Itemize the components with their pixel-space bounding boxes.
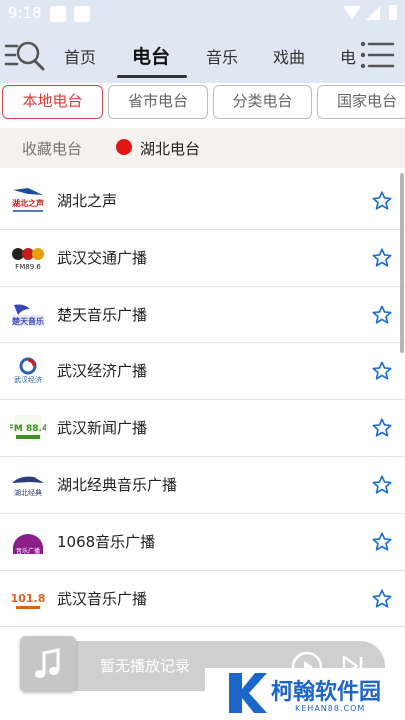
signal-icon — [366, 6, 380, 20]
station-row[interactable]: 武汉经济 武汉经济广播 — [0, 343, 405, 401]
station-name: 武汉交通广播 — [57, 248, 148, 267]
tab-home[interactable]: 首页 — [64, 44, 96, 68]
subtab-national-radio[interactable]: 国家电台 — [317, 85, 405, 119]
current-station-dot — [116, 139, 132, 155]
station-row[interactable]: FM 88.4 武汉新闻广播 — [0, 400, 405, 457]
station-name: 湖北经典音乐广播 — [57, 475, 178, 494]
player-status-text: 暂无播放记录 — [100, 657, 191, 675]
svg-text:音乐广播: 音乐广播 — [16, 547, 40, 555]
watermark-title: 柯翰软件园 — [271, 680, 382, 705]
subtab-local-radio[interactable]: 本地电台 — [2, 85, 103, 119]
music-note-icon — [35, 648, 60, 678]
svg-text:101.8: 101.8 — [11, 592, 46, 605]
star-icon[interactable] — [371, 417, 393, 439]
notification-icon — [74, 6, 90, 22]
star-icon[interactable] — [371, 360, 393, 382]
app-header: 9:18 首页 电台 音乐 戏曲 电 — [0, 0, 405, 83]
watermark-url: KEHAN88.COM — [295, 704, 366, 713]
current-station-label[interactable]: 湖北电台 — [140, 138, 200, 159]
status-bar: 9:18 — [0, 0, 405, 28]
music-1068-logo: 音乐广播 — [13, 533, 43, 555]
station-row[interactable]: 楚天音乐 楚天音乐广播 — [0, 287, 405, 344]
tab-more[interactable]: 电 — [340, 44, 356, 68]
star-icon[interactable] — [371, 588, 393, 610]
notification-icon — [50, 6, 66, 22]
list-scrollbar[interactable] — [400, 173, 404, 353]
tab-radio[interactable]: 电台 — [132, 42, 170, 69]
star-icon[interactable] — [371, 304, 393, 326]
wuhan-economy-logo: 武汉经济 — [14, 357, 42, 384]
station-list: 湖北之声 湖北之声 FM89.6 武汉交通广播 楚天音乐 楚天音乐广播 武汉经济 — [0, 173, 405, 628]
star-icon[interactable] — [371, 474, 393, 496]
kehan-logo — [229, 673, 267, 713]
station-name: 武汉新闻广播 — [57, 419, 148, 438]
album-cover[interactable] — [20, 636, 76, 692]
hubei-classic-music-logo: 湖北经典 — [12, 476, 44, 497]
star-icon[interactable] — [371, 531, 393, 553]
tab-indicator — [117, 75, 187, 78]
status-time: 9:18 — [8, 4, 42, 22]
station-name: 湖北之声 — [57, 192, 118, 210]
subtab-provincial-radio[interactable]: 省市电台 — [108, 85, 208, 119]
wifi-icon — [343, 6, 361, 20]
station-name: 1068音乐广播 — [57, 532, 156, 551]
svg-text:FM 88.4: FM 88.4 — [10, 424, 46, 434]
favorites-button[interactable]: 收藏电台 — [22, 138, 82, 159]
svg-text:楚天音乐: 楚天音乐 — [11, 316, 44, 326]
station-row[interactable]: 湖北之声 湖北之声 — [0, 173, 405, 230]
station-row[interactable]: 101.8 武汉音乐广播 — [0, 571, 405, 628]
svg-text:湖北之声: 湖北之声 — [12, 198, 44, 208]
wuhan-news-logo: FM 88.4 — [10, 415, 46, 442]
station-name: 楚天音乐广播 — [57, 305, 148, 324]
wuhan-traffic-logo: FM89.6 — [12, 247, 44, 271]
wuhan-music-logo: 101.8 — [11, 592, 46, 609]
hubei-zhisheng-logo: 湖北之声 — [12, 188, 44, 212]
search-icon[interactable] — [4, 36, 46, 74]
svg-text:湖北经典: 湖北经典 — [14, 488, 42, 497]
svg-text:武汉经济: 武汉经济 — [14, 375, 42, 384]
station-row[interactable]: FM89.6 武汉交通广播 — [0, 230, 405, 287]
chutian-music-logo: 楚天音乐 — [11, 304, 44, 326]
battery-icon — [389, 5, 397, 20]
station-row[interactable]: 湖北经典 湖北经典音乐广播 — [0, 457, 405, 514]
subtab-category-radio[interactable]: 分类电台 — [213, 85, 312, 119]
tab-music[interactable]: 音乐 — [206, 44, 238, 68]
station-name: 武汉音乐广播 — [57, 589, 148, 608]
tab-opera[interactable]: 戏曲 — [273, 44, 305, 68]
svg-text:FM89.6: FM89.6 — [15, 263, 41, 271]
star-icon[interactable] — [371, 190, 393, 212]
station-name: 武汉经济广播 — [57, 362, 148, 381]
star-icon[interactable] — [371, 247, 393, 269]
favorites-bar: 收藏电台 湖北电台 — [0, 128, 405, 168]
menu-icon[interactable] — [357, 38, 397, 72]
watermark: 柯翰软件园 KEHAN88.COM — [205, 668, 405, 720]
station-row[interactable]: 音乐广播 1068音乐广播 — [0, 514, 405, 571]
